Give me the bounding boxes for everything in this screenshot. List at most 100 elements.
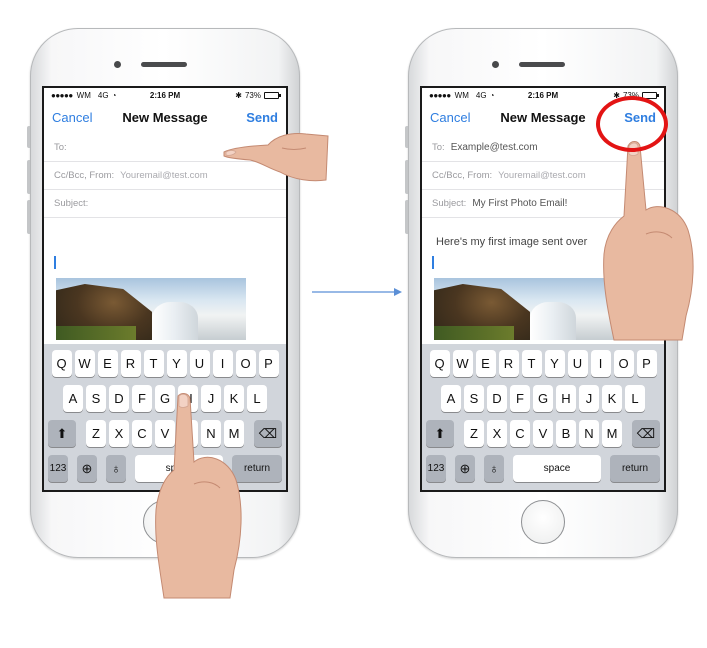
- key-a[interactable]: A: [441, 385, 461, 412]
- battery-icon: [264, 91, 281, 99]
- key-p[interactable]: P: [258, 350, 279, 377]
- key-y[interactable]: Y: [544, 350, 565, 377]
- cancel-button[interactable]: Cancel: [52, 110, 92, 125]
- globe-icon[interactable]: ⊕: [77, 455, 97, 482]
- subject-value: My First Photo Email!: [472, 198, 568, 209]
- mute-switch: [405, 126, 408, 148]
- key-v[interactable]: V: [533, 420, 553, 447]
- network-type: 4G: [97, 90, 109, 100]
- pointing-hand-icon: [223, 133, 329, 182]
- text-cursor: [432, 256, 434, 269]
- carrier-name: WM: [454, 90, 469, 100]
- key-o[interactable]: O: [235, 350, 256, 377]
- key-x[interactable]: X: [487, 420, 507, 447]
- key-e[interactable]: E: [97, 350, 118, 377]
- key-x[interactable]: X: [109, 420, 129, 447]
- keyboard-row-4: 123 ⊕ ♁ space return: [426, 455, 660, 482]
- send-button[interactable]: Send: [246, 110, 278, 125]
- to-label: To:: [54, 142, 67, 153]
- delete-icon[interactable]: ⌫: [254, 420, 282, 447]
- key-p[interactable]: P: [636, 350, 657, 377]
- key-w[interactable]: W: [74, 350, 95, 377]
- compose-title: New Message: [500, 109, 586, 125]
- key-n[interactable]: N: [579, 420, 599, 447]
- photo-waterfall: [152, 302, 198, 340]
- key-j[interactable]: J: [579, 385, 599, 412]
- cancel-button[interactable]: Cancel: [430, 110, 470, 125]
- battery-percent: 73%: [244, 90, 261, 100]
- microphone-icon[interactable]: ♁: [484, 455, 504, 482]
- key-q[interactable]: Q: [429, 350, 450, 377]
- key-z[interactable]: Z: [464, 420, 484, 447]
- key-m[interactable]: M: [602, 420, 622, 447]
- volume-down-button: [405, 200, 408, 234]
- key-t[interactable]: T: [521, 350, 542, 377]
- key-o[interactable]: O: [613, 350, 634, 377]
- key-r[interactable]: R: [498, 350, 519, 377]
- key-d[interactable]: D: [109, 385, 129, 412]
- keyboard-row-3-letters: Z X C V B N M: [464, 420, 622, 447]
- key-z[interactable]: Z: [86, 420, 106, 447]
- numbers-key[interactable]: 123: [426, 455, 446, 482]
- key-l[interactable]: L: [625, 385, 645, 412]
- earpiece-speaker: [519, 62, 565, 67]
- key-r[interactable]: R: [120, 350, 141, 377]
- subject-field[interactable]: Subject:: [44, 190, 286, 218]
- key-i[interactable]: I: [212, 350, 233, 377]
- key-b[interactable]: B: [556, 420, 576, 447]
- key-l[interactable]: L: [247, 385, 267, 412]
- key-c[interactable]: C: [510, 420, 530, 447]
- shift-icon[interactable]: ⬆: [48, 420, 76, 447]
- key-h[interactable]: H: [556, 385, 576, 412]
- key-d[interactable]: D: [487, 385, 507, 412]
- status-bar: ●●●●● WM 4G ◔ 2:16 PM ✱ 73%: [44, 88, 286, 102]
- key-q[interactable]: Q: [51, 350, 72, 377]
- photo-grass: [434, 326, 514, 340]
- shift-icon[interactable]: ⬆: [426, 420, 454, 447]
- pointing-hand-icon: [155, 393, 242, 599]
- key-a[interactable]: A: [63, 385, 83, 412]
- numbers-key[interactable]: 123: [48, 455, 68, 482]
- return-key[interactable]: return: [610, 455, 660, 482]
- keyboard-row-1: Q W E R T Y U I O P: [426, 350, 660, 377]
- delete-icon[interactable]: ⌫: [632, 420, 660, 447]
- text-cursor: [54, 256, 56, 269]
- from-value: Youremail@test.com: [120, 170, 208, 181]
- key-t[interactable]: T: [143, 350, 164, 377]
- volume-up-button: [405, 160, 408, 194]
- arrow-right-icon: [312, 288, 402, 296]
- globe-icon[interactable]: ⊕: [455, 455, 475, 482]
- keyboard: Q W E R T Y U I O P A S D F G H J K L: [422, 344, 664, 490]
- signal-strength: ●●●●●: [51, 90, 73, 100]
- key-f[interactable]: F: [510, 385, 530, 412]
- key-s[interactable]: S: [86, 385, 106, 412]
- bluetooth-icon: ✱: [235, 90, 242, 100]
- compose-title: New Message: [122, 109, 208, 125]
- subject-label: Subject:: [432, 198, 467, 209]
- key-u[interactable]: U: [567, 350, 588, 377]
- microphone-icon[interactable]: ♁: [106, 455, 126, 482]
- to-label: To:: [432, 142, 445, 153]
- key-u[interactable]: U: [189, 350, 210, 377]
- volume-down-button: [27, 200, 30, 234]
- wifi-icon: ◔: [489, 90, 495, 100]
- key-y[interactable]: Y: [166, 350, 187, 377]
- key-s[interactable]: S: [464, 385, 484, 412]
- space-key[interactable]: space: [513, 455, 601, 482]
- attached-photo[interactable]: [56, 278, 246, 340]
- key-k[interactable]: K: [602, 385, 622, 412]
- keyboard-row-1: Q W E R T Y U I O P: [48, 350, 282, 377]
- key-e[interactable]: E: [475, 350, 496, 377]
- message-body[interactable]: Here's my first image sent over: [436, 236, 587, 248]
- key-w[interactable]: W: [452, 350, 473, 377]
- to-value: Example@test.com: [450, 142, 538, 153]
- photo-waterfall: [530, 302, 576, 340]
- signal-strength: ●●●●●: [429, 90, 451, 100]
- key-g[interactable]: G: [533, 385, 553, 412]
- key-i[interactable]: I: [590, 350, 611, 377]
- pointing-hand-icon: [603, 141, 694, 341]
- keyboard-row-3: ⬆ Z X C V B N M ⌫: [426, 420, 660, 447]
- cc-bcc-from-label: Cc/Bcc, From:: [432, 170, 493, 181]
- wifi-icon: ◔: [111, 90, 117, 100]
- earpiece-speaker: [141, 62, 187, 67]
